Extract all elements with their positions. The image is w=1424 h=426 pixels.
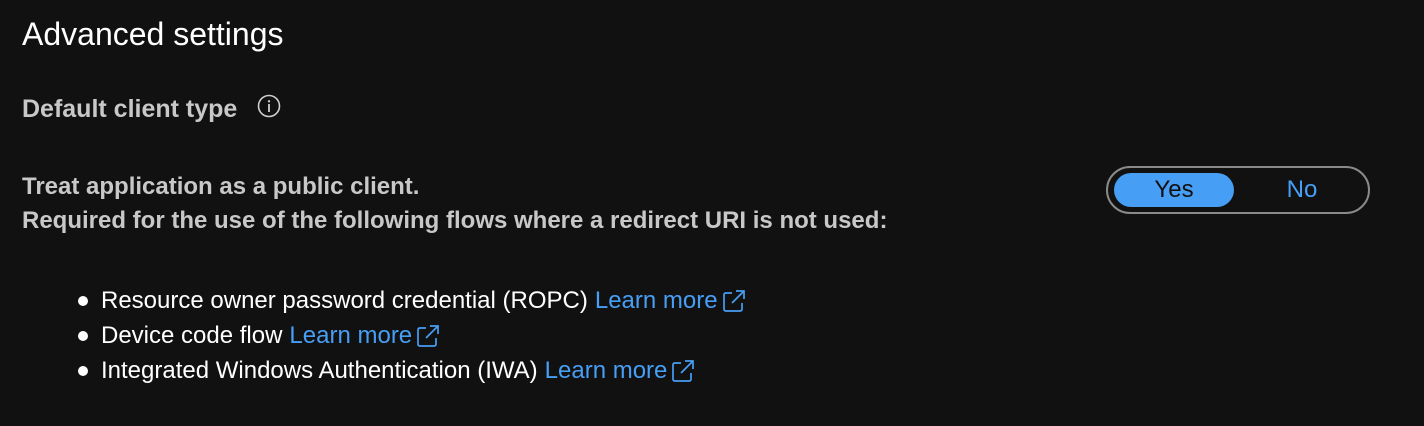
section-title: Advanced settings [22,16,284,52]
learn-more-link-device-code[interactable]: Learn more [289,322,441,350]
bullet-icon [78,330,88,341]
external-link-icon [721,288,747,314]
learn-more-link-ropc[interactable]: Learn more [595,287,747,315]
list-item: Integrated Windows Authentication (IWA) … [78,353,747,388]
bullet-icon [78,365,88,376]
flow-label: Device code flow [101,321,283,349]
list-item: Resource owner password credential (ROPC… [78,283,747,318]
external-link-icon [670,358,696,384]
default-client-type-row: Default client type [22,92,281,126]
public-client-description-line1: Treat application as a public client. [22,173,420,200]
learn-more-label: Learn more [594,286,718,314]
public-client-description: Treat application as a public client. Re… [22,170,887,238]
learn-more-label: Learn more [289,321,413,349]
default-client-type-label: Default client type [22,94,238,123]
flow-label: Integrated Windows Authentication (IWA) [101,356,538,384]
external-link-icon [415,323,441,349]
bullet-icon [78,295,88,306]
list-item: Device code flow Learn more [78,318,747,353]
public-client-description-line2: Required for the use of the following fl… [22,207,888,234]
learn-more-link-iwa[interactable]: Learn more [545,357,697,385]
toggle-yes-option[interactable]: Yes [1114,173,1234,207]
toggle-no-option[interactable]: No [1242,173,1362,207]
learn-more-label: Learn more [544,356,668,384]
info-icon[interactable] [257,94,281,118]
public-client-toggle[interactable]: Yes No [1106,166,1370,214]
flow-label: Resource owner password credential (ROPC… [101,286,588,314]
flow-list: Resource owner password credential (ROPC… [78,283,747,388]
